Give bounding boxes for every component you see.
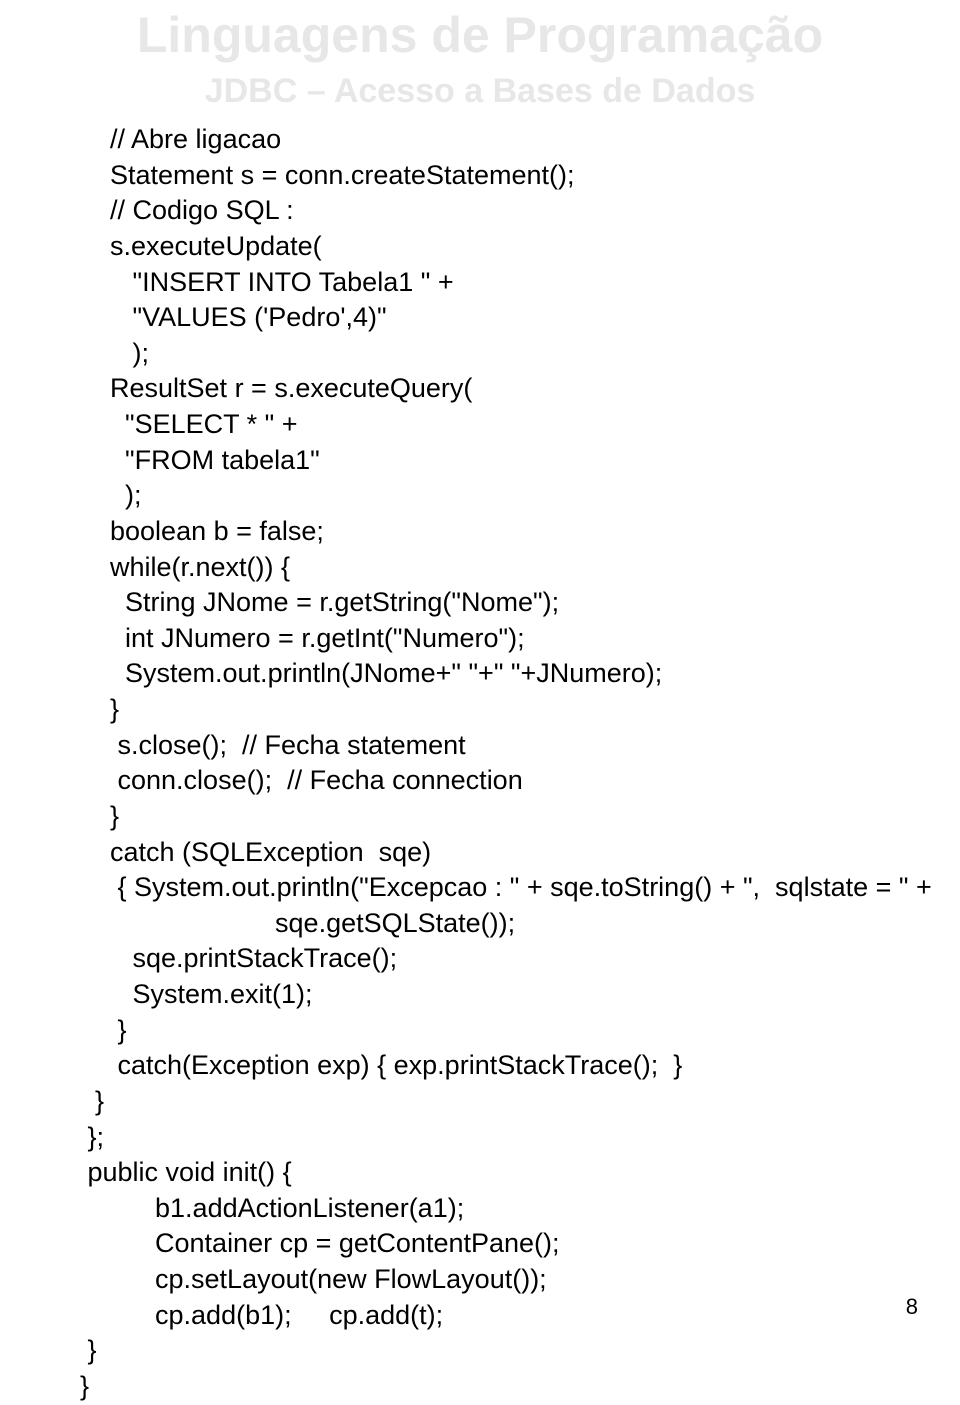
page-number: 8 [906,1294,918,1320]
watermark-title-1: Linguagens de Programação [0,6,960,64]
watermark-title-2: JDBC – Acesso a Bases de Dados [0,72,960,111]
header-watermark: Linguagens de Programação JDBC – Acesso … [0,0,960,111]
code-block: // Abre ligacao Statement s = conn.creat… [80,122,932,1405]
